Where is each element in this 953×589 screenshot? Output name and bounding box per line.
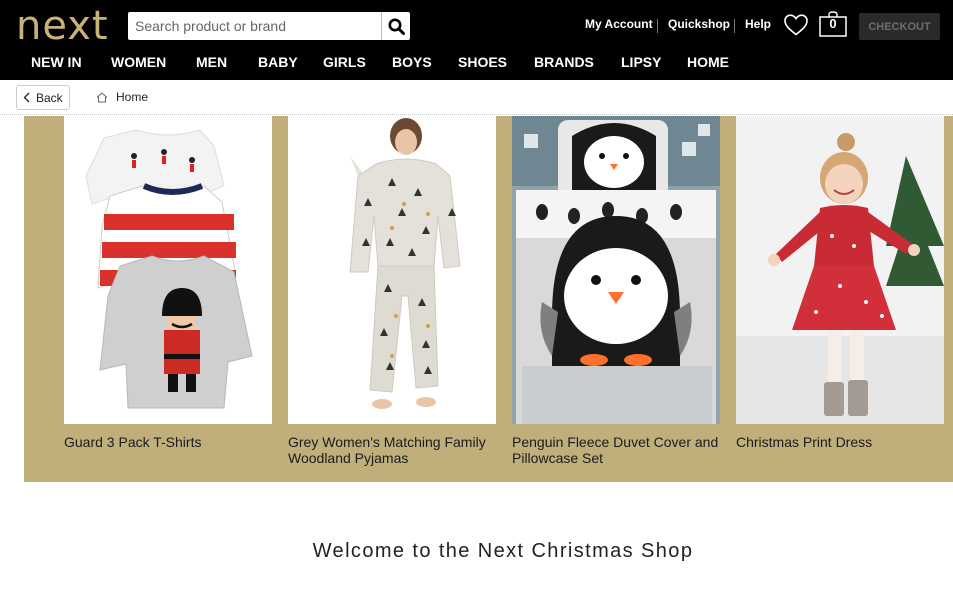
nav-item-home[interactable]: HOME (687, 54, 729, 70)
nav-item-brands[interactable]: BRANDS (534, 54, 594, 70)
divider (657, 19, 658, 33)
breadcrumb-home-label: Home (116, 90, 149, 104)
checkout-button[interactable]: CHECKOUT (859, 13, 940, 40)
product-image (736, 116, 944, 424)
main-nav: NEW IN WOMEN MEN BABY GIRLS BOYS SHOES B… (0, 52, 953, 74)
welcome-heading: Welcome to the Next Christmas Shop (312, 540, 694, 562)
search-icon (388, 18, 405, 35)
search-button[interactable] (381, 12, 410, 40)
nav-item-men[interactable]: MEN (196, 54, 227, 70)
nav-item-boys[interactable]: BOYS (392, 54, 432, 70)
product-title[interactable]: Christmas Print Dress (736, 434, 951, 450)
my-account-link[interactable]: My Account (585, 17, 653, 31)
help-link[interactable]: Help (745, 17, 771, 31)
divider (734, 19, 735, 33)
nav-item-women[interactable]: WOMEN (111, 54, 166, 70)
product-title[interactable]: Grey Women's Matching Family Woodland Py… (288, 434, 503, 466)
product-title[interactable]: Guard 3 Pack T-Shirts (64, 434, 279, 450)
site-header: next My Account Quickshop Help 0 CHECKOU… (0, 0, 953, 80)
product-image (64, 116, 272, 424)
search-input[interactable] (128, 12, 381, 40)
breadcrumb: Back Home (0, 80, 953, 115)
quickshop-link[interactable]: Quickshop (668, 17, 730, 31)
svg-text:next: next (16, 6, 109, 44)
heart-icon (784, 14, 808, 36)
nav-item-girls[interactable]: GIRLS (323, 54, 366, 70)
nav-item-shoes[interactable]: SHOES (458, 54, 507, 70)
nav-item-lipsy[interactable]: LIPSY (621, 54, 661, 70)
product-image (512, 116, 720, 424)
product-image (288, 116, 496, 424)
product-title[interactable]: Penguin Fleece Duvet Cover and Pillowcas… (512, 434, 727, 466)
back-button[interactable]: Back (16, 85, 70, 110)
shopping-bag-button[interactable]: 0 (819, 11, 847, 37)
search-box (128, 12, 410, 40)
back-label: Back (36, 90, 63, 105)
chevron-left-icon (23, 92, 30, 103)
nav-item-baby[interactable]: BABY (258, 54, 298, 70)
next-logo[interactable]: next (16, 3, 120, 49)
breadcrumb-home[interactable]: Home (96, 90, 148, 104)
nav-item-new-in[interactable]: NEW IN (31, 54, 82, 70)
favourites-button[interactable] (783, 13, 809, 37)
home-icon (96, 91, 108, 102)
bag-count: 0 (829, 16, 837, 31)
